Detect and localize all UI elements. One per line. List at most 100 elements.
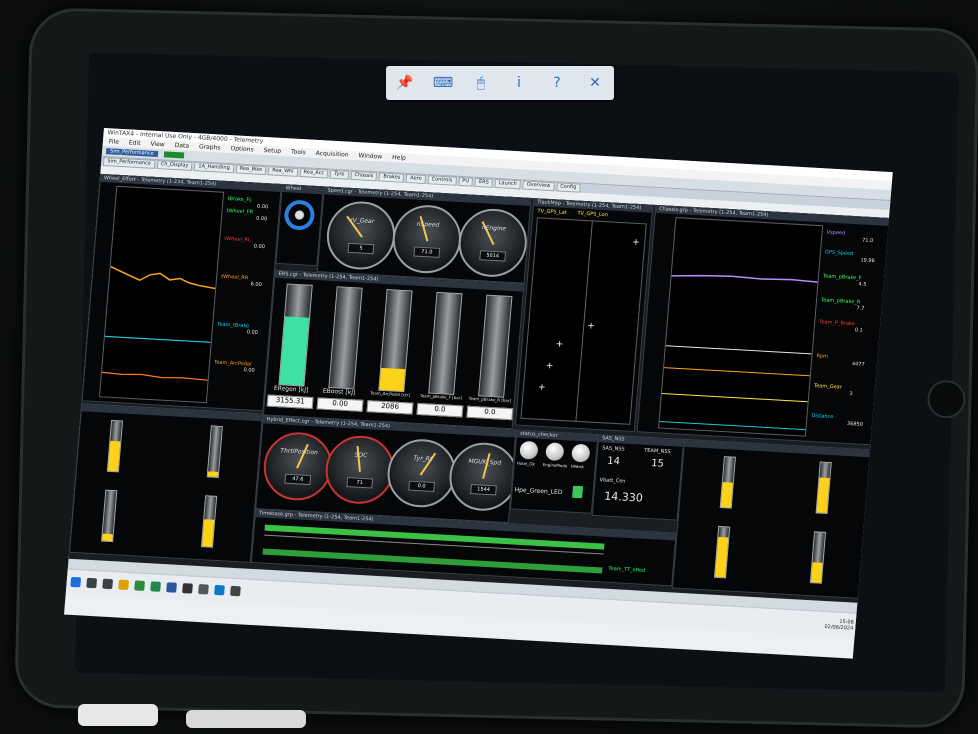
menu-data[interactable]: Data xyxy=(174,141,189,151)
label-team-tt: Team_TT_eRed xyxy=(608,565,646,574)
trace-svg xyxy=(101,265,216,381)
tab-rea-whl[interactable]: Rea_Whl xyxy=(267,166,298,177)
keyboard-icon[interactable]: ⌨ xyxy=(431,75,455,91)
menu-setup[interactable]: Setup xyxy=(263,146,281,156)
gauge-label: nSpeed xyxy=(416,220,440,229)
bar-fill xyxy=(816,477,830,513)
info-icon[interactable]: i xyxy=(507,75,531,91)
mini-bar xyxy=(101,489,118,543)
menu-view[interactable]: View xyxy=(150,140,165,150)
label-pbrake-r: Team_pBrake_R xyxy=(820,297,861,306)
workspace: Wheel_Effort - Telemetry (1-234, Team1-2… xyxy=(67,173,891,613)
home-button[interactable] xyxy=(926,379,966,419)
tab-overview[interactable]: Overview xyxy=(522,180,555,192)
numeric-panel: SAS_NSS SAS_NSS 14 TEAM_NSS 15 Vbatt_Cen… xyxy=(591,434,685,521)
readout-label-pbrake-f: Team_pBrake_F [bar] xyxy=(419,393,463,401)
tab-brakes[interactable]: Brakes xyxy=(378,172,405,183)
label-team-tbrake: Team_tBrake xyxy=(216,321,250,330)
tab-ch-display[interactable]: Ch_Display xyxy=(156,160,193,171)
gauge-value: 47.6 xyxy=(284,473,312,486)
graph-area[interactable] xyxy=(658,217,824,437)
menu-graphs[interactable]: Graphs xyxy=(199,142,221,152)
app-icon[interactable] xyxy=(214,584,225,596)
tab-config[interactable]: Config xyxy=(555,182,581,193)
label-p-brake: Team_P_Brake xyxy=(818,319,856,328)
menu-options[interactable]: Options xyxy=(230,144,254,154)
tab-aero[interactable]: Aero xyxy=(405,173,426,185)
app-icon[interactable] xyxy=(230,585,241,597)
label-team-nss: TEAM_NSS xyxy=(643,447,671,456)
word-icon[interactable] xyxy=(166,582,177,593)
ers-bar-arcpedal xyxy=(378,289,413,393)
gauge-label: rV_Gear xyxy=(349,216,375,226)
tab-handling[interactable]: 1A_Handling xyxy=(193,162,235,174)
tab-controls[interactable]: Controls xyxy=(427,175,457,186)
gauge-speed: nSpeed 71.0 xyxy=(390,203,464,275)
label-tbrake-fl: tBrake_FL xyxy=(227,196,253,204)
mouse-icon[interactable]: 🖱 xyxy=(469,75,493,91)
value-p-brake: 0.1 xyxy=(854,327,863,334)
gauge-value: 5014 xyxy=(479,250,507,262)
start-icon[interactable] xyxy=(70,576,82,588)
tab-rea-bike[interactable]: Rea_Bike xyxy=(235,164,267,176)
tab-sim-performance[interactable]: Sim_Performance xyxy=(102,157,156,169)
tab-ers[interactable]: ERS xyxy=(474,177,494,188)
menu-file[interactable]: File xyxy=(109,137,120,147)
close-icon[interactable]: ✕ xyxy=(583,75,607,91)
track-map-area[interactable]: + + + + + xyxy=(520,217,647,425)
gauge-label: nEngine xyxy=(481,224,507,233)
settings-icon[interactable] xyxy=(198,584,209,595)
crosshair-marker: + xyxy=(545,361,554,372)
mini-bar xyxy=(206,425,223,478)
session-label[interactable]: Sim_Performance xyxy=(105,148,158,158)
search-icon[interactable] xyxy=(86,577,98,589)
bar-fill xyxy=(107,440,121,472)
crosshair-marker: + xyxy=(631,237,641,249)
menu-edit[interactable]: Edit xyxy=(129,138,141,148)
stylus-cap xyxy=(186,710,306,728)
orange-trace xyxy=(110,265,216,290)
tab-launch[interactable]: Launch xyxy=(494,178,522,190)
green-led-icon xyxy=(572,485,584,499)
gauge-value: 71 xyxy=(346,477,374,489)
readout-label-pbrake-r: Team_pBrake_R [bar] xyxy=(468,395,512,404)
gauge-mguk: MGUK_Spd 1544 xyxy=(446,440,517,513)
mini-bar xyxy=(719,456,736,509)
desktop-screen: WinTAX4 - Internal Use Only - 4GB/4000 -… xyxy=(64,128,893,659)
help-icon[interactable]: ? xyxy=(545,75,569,91)
readout-label-boost: EBoost [kJ] xyxy=(322,387,356,397)
menu-acquisition[interactable]: Acquisition xyxy=(315,149,349,160)
task-view-icon[interactable] xyxy=(102,578,114,590)
lower-left-bars-panel xyxy=(69,403,264,563)
gauge-value: 1544 xyxy=(470,484,497,496)
tab-pu[interactable]: PU xyxy=(457,176,474,187)
tab-rea-acc[interactable]: Rea_Acc xyxy=(299,167,329,179)
led-indicator xyxy=(571,443,591,463)
excel-icon[interactable] xyxy=(150,581,161,592)
pin-icon[interactable]: 📌 xyxy=(393,75,417,91)
stylus xyxy=(78,704,158,726)
tab-tyre[interactable]: Tyre xyxy=(329,169,349,180)
app-icon[interactable] xyxy=(182,583,193,594)
clock-date[interactable]: 02/06/2024 xyxy=(824,624,853,632)
trace-svg xyxy=(659,274,818,431)
menu-tools[interactable]: Tools xyxy=(291,147,306,157)
menu-window[interactable]: Window xyxy=(358,151,382,161)
mini-bar xyxy=(713,525,731,579)
gauge-needle xyxy=(356,445,361,472)
graph-area[interactable] xyxy=(98,185,225,404)
orange-trace-lower xyxy=(101,371,208,381)
label-gps-speed: GPS_Speed xyxy=(824,249,854,258)
status-strip xyxy=(163,151,185,159)
label-gps-lat: TV_GPS_Lat xyxy=(537,208,568,216)
menu-help[interactable]: Help xyxy=(392,153,406,163)
steering-wheel-icon xyxy=(283,199,316,231)
value-rpm: 4477 xyxy=(851,361,865,368)
led-label: EngineMode xyxy=(542,462,568,469)
chrome-icon[interactable] xyxy=(134,580,145,591)
system-tray: 15:08 02/06/2024 xyxy=(824,618,854,632)
value-vbatt: 14.330 xyxy=(603,489,644,505)
tab-chassis[interactable]: Chassis xyxy=(350,170,378,182)
file-explorer-icon[interactable] xyxy=(118,579,130,591)
bar-fill xyxy=(207,471,219,477)
